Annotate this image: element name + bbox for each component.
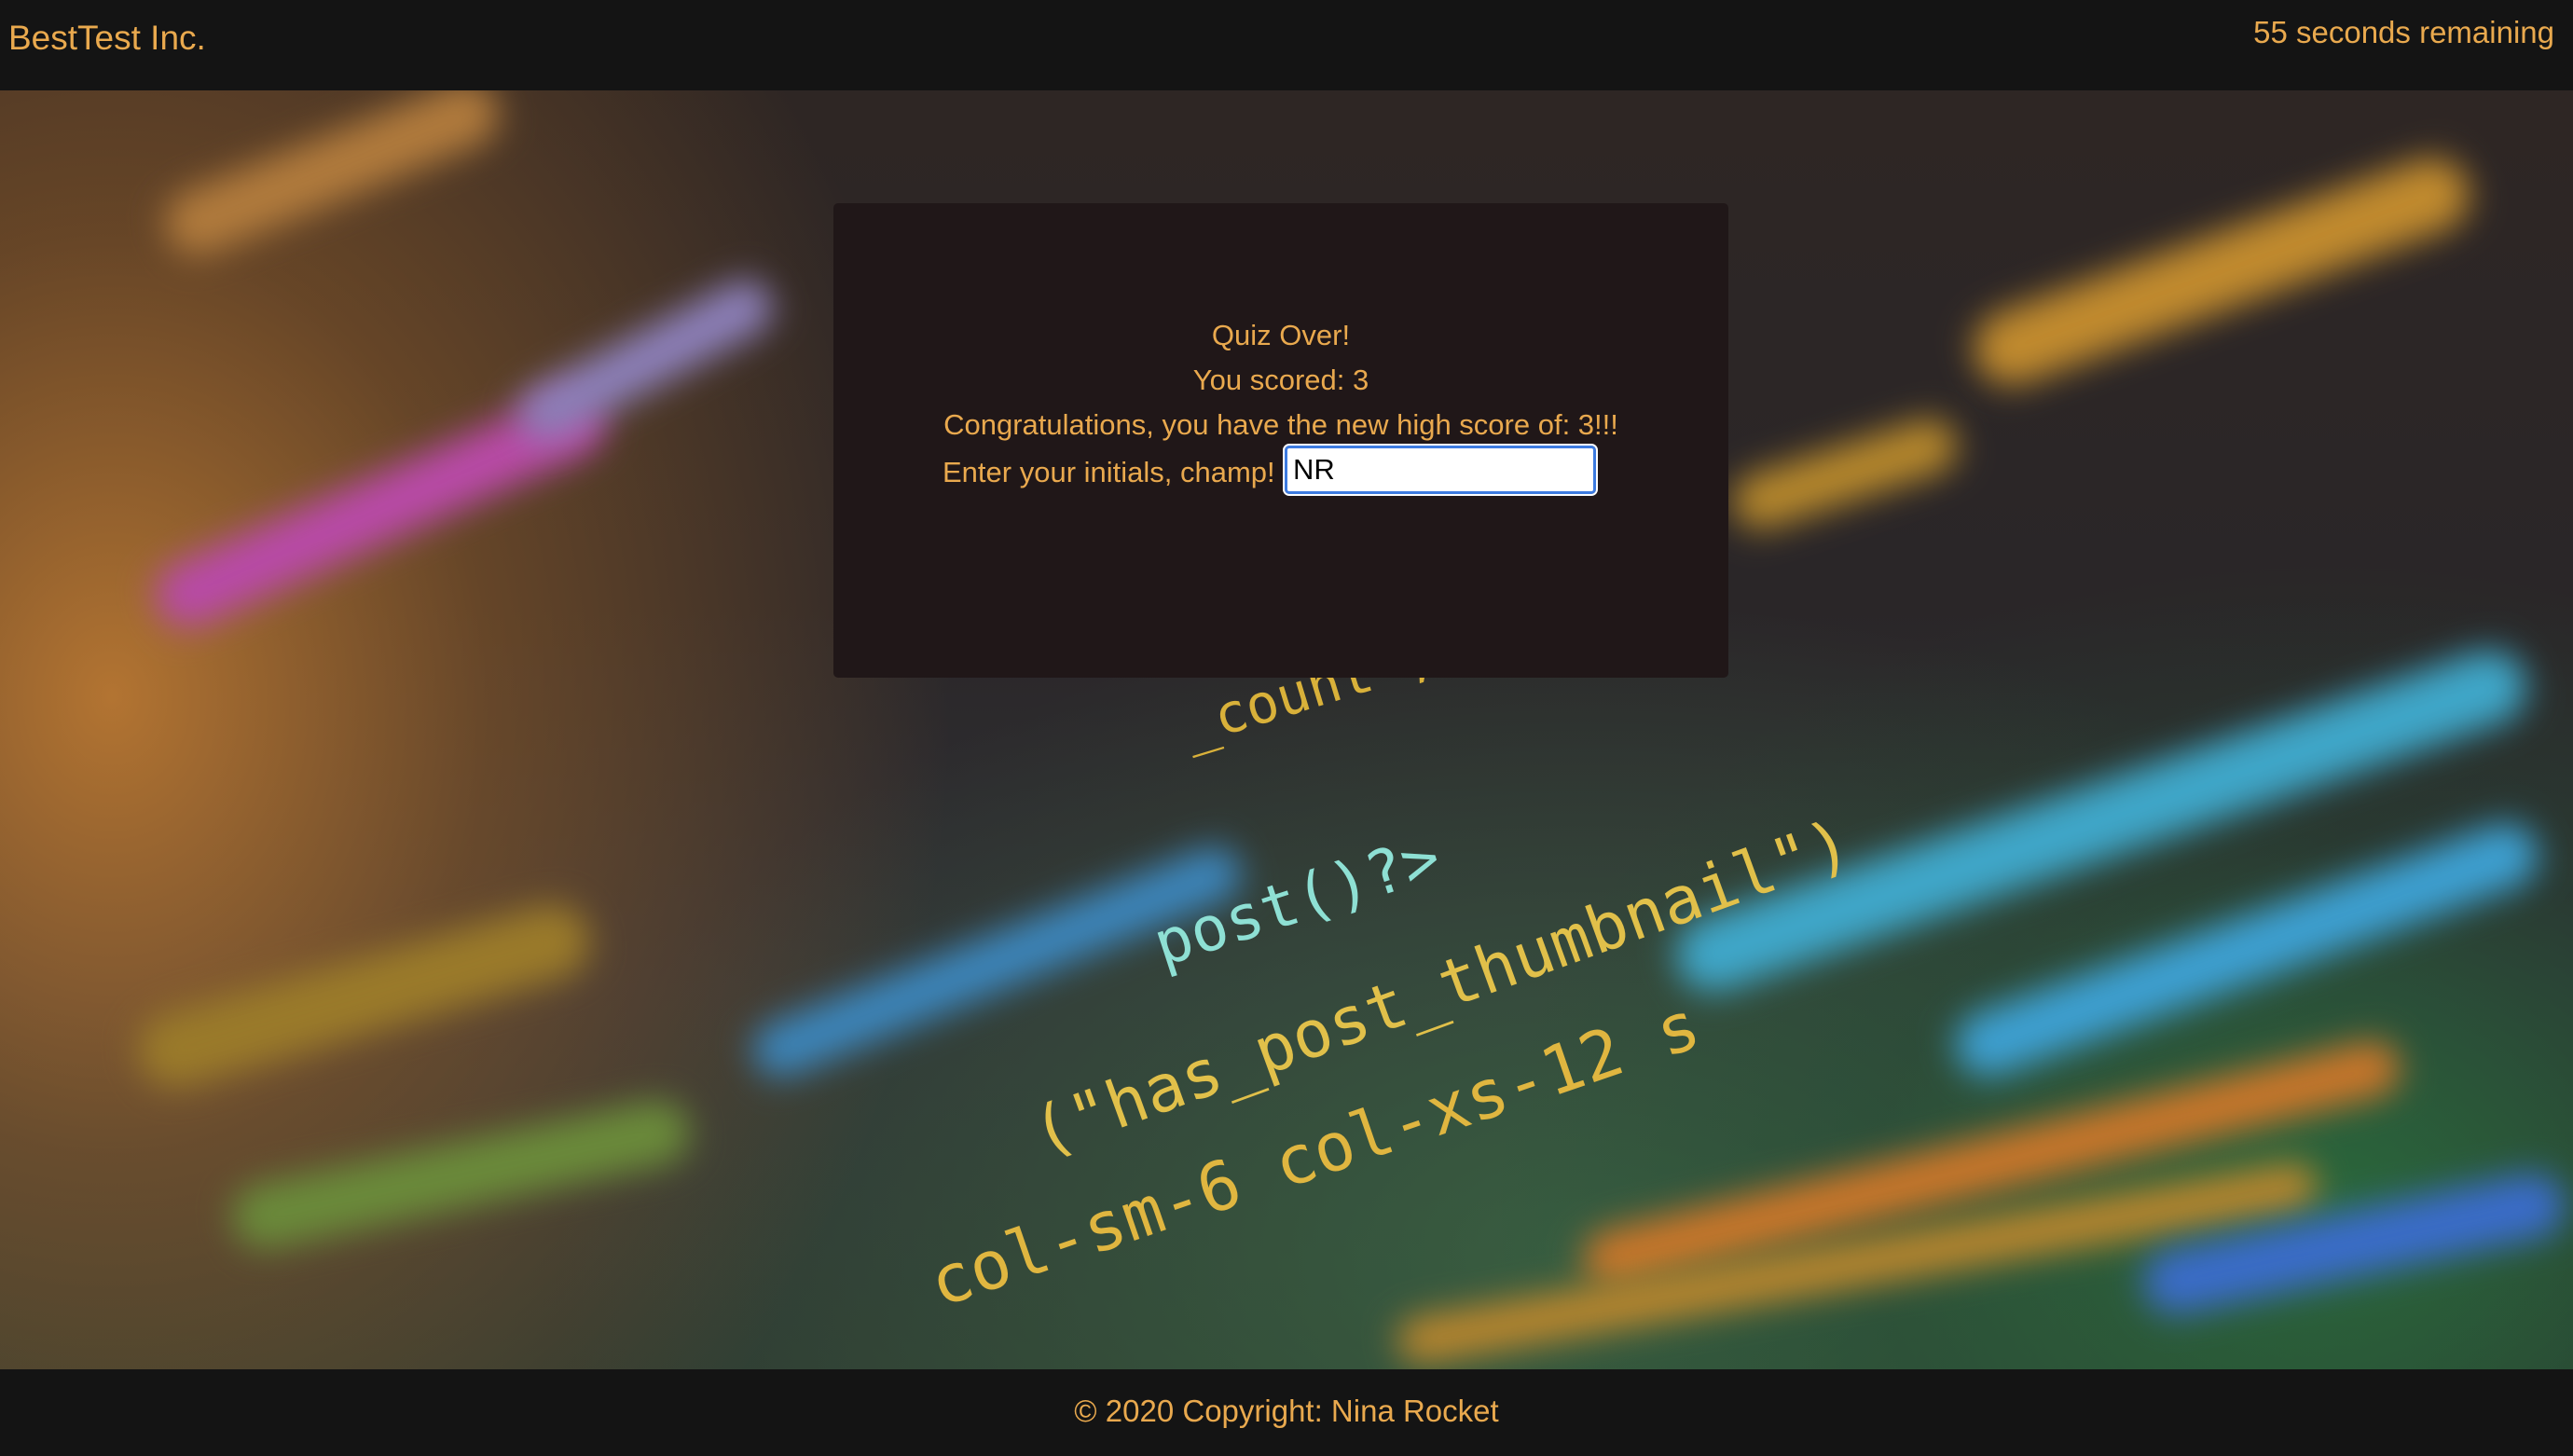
bg-streak-green-left	[226, 1093, 696, 1256]
initials-label: Enter your initials, champ!	[943, 456, 1275, 488]
copyright-text: © 2020 Copyright: Nina Rocket	[1074, 1394, 1499, 1428]
quiz-result-card: Quiz Over! You scored: 3 Congratulations…	[833, 203, 1728, 678]
bg-streak-amber-top	[155, 90, 509, 266]
page-footer: © 2020 Copyright: Nina Rocket	[0, 1369, 2573, 1456]
top-navbar: BestTest Inc. 55 seconds remaining	[0, 0, 2573, 90]
bg-streak-amber-left	[129, 895, 599, 1096]
countdown-timer: 55 seconds remaining	[2253, 15, 2554, 49]
score-text: You scored: 3	[1192, 364, 1369, 396]
bg-streak-lilac	[508, 269, 782, 451]
code-fragment-post: post()?>	[1145, 820, 1450, 982]
bg-streak-amber-mid	[1725, 411, 1965, 537]
bg-streak-amber-right	[1963, 146, 2480, 396]
quiz-over-heading: Quiz Over!	[1211, 319, 1351, 351]
high-score-message: Congratulations, you have the new high s…	[943, 408, 1618, 441]
brand-logo-text[interactable]: BestTest Inc.	[8, 17, 206, 60]
code-background-hero: _count', post()?> ("has_post_thumbnail")…	[0, 90, 2573, 1369]
initials-input[interactable]	[1283, 444, 1598, 496]
